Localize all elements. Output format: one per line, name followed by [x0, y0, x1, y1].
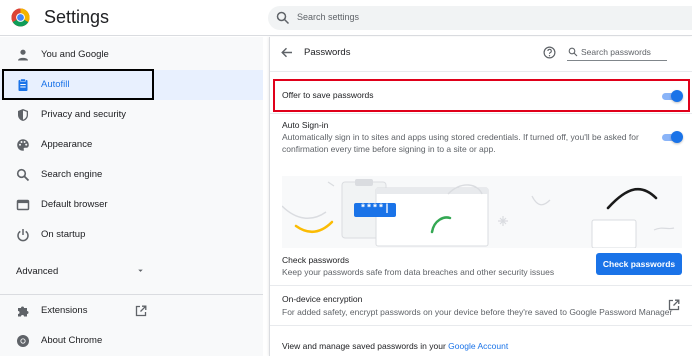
open-in-new-icon[interactable] [668, 299, 680, 311]
chrome-logo-icon [11, 8, 30, 27]
focus-highlight-box [2, 69, 154, 100]
sidebar-item-label: Extensions [41, 305, 88, 316]
toggle-knob [671, 131, 683, 143]
google-account-link[interactable]: Google Account [448, 341, 508, 351]
passwords-card: Passwords Search passwords Offer to save… [269, 37, 692, 356]
sidebar-item-label: You and Google [41, 49, 109, 60]
encryption-description: For added safety, encrypt passwords on y… [282, 307, 673, 317]
sidebar-divider [0, 294, 263, 295]
auto-signin-description-line1: Automatically sign in to sites and apps … [282, 132, 639, 142]
offer-to-save-toggle[interactable] [662, 90, 683, 102]
masked-password-text: ****| [359, 204, 390, 215]
offer-to-save-label: Offer to save passwords [282, 90, 374, 100]
help-icon[interactable] [543, 46, 556, 59]
encryption-label: On-device encryption [282, 294, 363, 304]
section-divider [270, 325, 692, 326]
manage-passwords-text: View and manage saved passwords in your … [282, 341, 508, 351]
sidebar-item-label: About Chrome [41, 335, 103, 346]
app-title: Settings [44, 7, 110, 27]
chrome-icon [17, 335, 29, 347]
search-icon [568, 47, 578, 57]
auto-signin-label: Auto Sign-in [282, 120, 329, 130]
sidebar-item-appearance[interactable]: Appearance [0, 130, 263, 160]
search-placeholder: Search settings [297, 12, 360, 22]
sidebar-item-default-browser[interactable]: Default browser [0, 190, 263, 220]
search-icon [276, 11, 290, 25]
sidebar-item-search-engine[interactable]: Search engine [0, 160, 263, 190]
shield-icon [18, 109, 28, 121]
section-divider [270, 113, 692, 114]
password-illustration-graphic [282, 179, 675, 248]
sidebar-item-label: Default browser [41, 199, 108, 210]
masked-password-chip: ****| [354, 203, 396, 217]
sidebar-item-label: On startup [41, 229, 86, 240]
page-title: Passwords [304, 47, 351, 58]
power-icon [17, 229, 29, 242]
check-passwords-description: Keep your passwords safe from data breac… [282, 267, 555, 277]
sidebar-item-privacy-and-security[interactable]: Privacy and security [0, 100, 263, 130]
check-passwords-button[interactable]: Check passwords [596, 253, 682, 275]
password-illustration: ****| [282, 176, 682, 248]
section-divider [270, 285, 692, 286]
palette-icon [17, 139, 29, 151]
section-divider [270, 71, 692, 72]
auto-signin-toggle[interactable] [662, 131, 683, 143]
open-in-new-icon[interactable] [135, 305, 147, 317]
sidebar-item-on-startup[interactable]: On startup [0, 220, 263, 250]
sidebar-item-label: Privacy and security [41, 109, 127, 120]
sidebar-item-about-chrome[interactable]: About Chrome [0, 326, 263, 356]
auto-signin-description-line2: confirmation every time before signing i… [282, 144, 496, 154]
search-icon [16, 168, 30, 182]
puzzle-icon [18, 306, 29, 317]
passwords-search-input[interactable]: Search passwords [567, 45, 667, 61]
browser-icon [16, 199, 30, 211]
person-icon [18, 49, 28, 61]
manage-passwords-prefix: View and manage saved passwords in your [282, 341, 449, 351]
top-bar: Settings Search settings [0, 0, 692, 36]
sidebar-item-label: Appearance [41, 139, 93, 150]
back-arrow-icon[interactable] [280, 46, 293, 59]
sidebar-item-label: Search engine [41, 169, 103, 180]
sidebar-item-extensions[interactable]: Extensions [0, 296, 263, 326]
advanced-label: Advanced [16, 266, 59, 277]
settings-search-input[interactable]: Search settings [268, 6, 692, 30]
sidebar-item-you-and-google[interactable]: You and Google [0, 40, 263, 70]
toggle-knob [671, 90, 683, 102]
check-passwords-label: Check passwords [282, 255, 350, 265]
chevron-down-icon [138, 269, 143, 272]
search-placeholder: Search passwords [581, 47, 651, 57]
